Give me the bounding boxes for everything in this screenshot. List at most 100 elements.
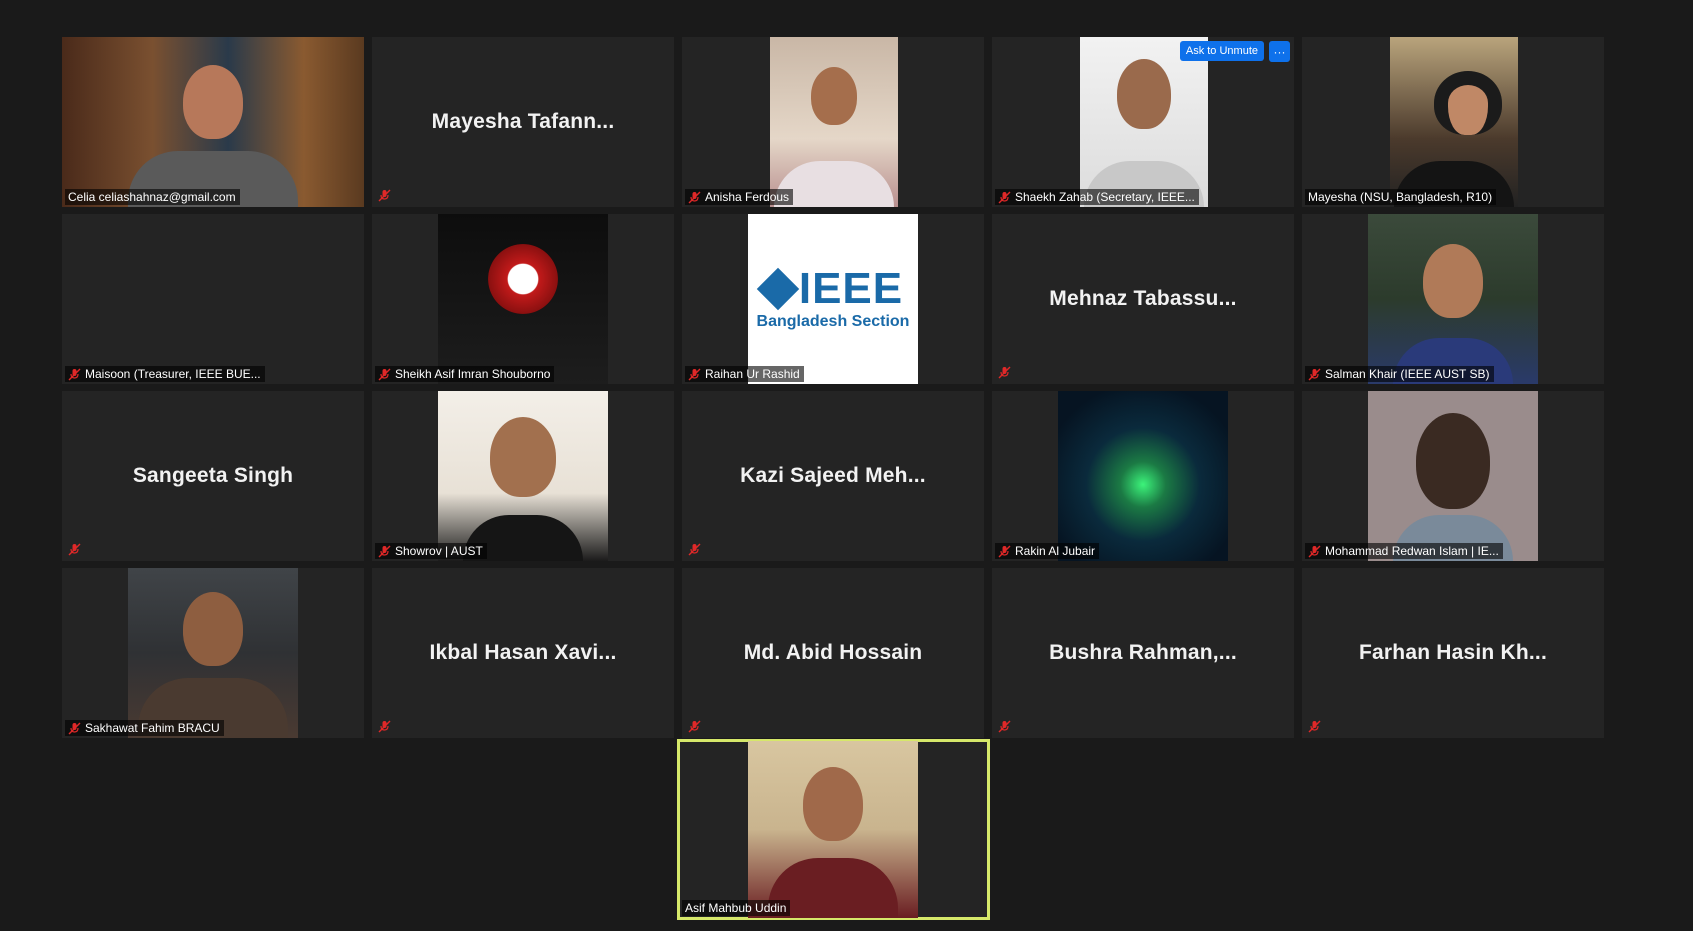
active-speaker-tile[interactable]: Asif Mahbub Uddin: [677, 739, 990, 920]
participant-tile[interactable]: IEEE Bangladesh Section Raihan Ur Rashid: [682, 214, 984, 384]
participant-name-placeholder: Bushra Rahman,...: [1049, 641, 1237, 664]
muted-mic-icon: [688, 720, 701, 733]
participant-tile[interactable]: Showrov | AUST: [372, 391, 674, 561]
name-label: Asif Mahbub Uddin: [682, 900, 791, 916]
participant-name-placeholder: Mehnaz Tabassu...: [1049, 287, 1237, 310]
muted-mic-icon: [68, 722, 81, 735]
muted-mic-icon: [998, 545, 1011, 558]
participant-video: IEEE Bangladesh Section: [748, 214, 918, 384]
participant-name: Salman Khair (IEEE AUST SB): [1325, 367, 1490, 381]
muted-mic-icon: [1308, 545, 1321, 558]
participant-video: [1368, 214, 1538, 384]
more-options-button[interactable]: ···: [1269, 41, 1290, 62]
muted-mic-icon: [1308, 368, 1321, 381]
name-label: Mohammad Redwan Islam | IE...: [1305, 543, 1503, 559]
muted-mic-icon: [688, 543, 701, 556]
name-label: Raihan Ur Rashid: [685, 366, 804, 382]
participant-name: Rakin Al Jubair: [1015, 544, 1096, 558]
participant-face: [183, 65, 243, 139]
name-label: Shaekh Zahab (Secretary, IEEE...: [995, 189, 1199, 205]
participant-tile[interactable]: Kazi Sajeed Meh...: [682, 391, 984, 561]
participant-tile[interactable]: Ask to Unmute ··· Shaekh Zahab (Secretar…: [992, 37, 1294, 207]
participant-face: [183, 592, 243, 666]
name-label: Salman Khair (IEEE AUST SB): [1305, 366, 1494, 382]
participant-name: Mohammad Redwan Islam | IE...: [1325, 544, 1499, 558]
participant-tile[interactable]: Anisha Ferdous: [682, 37, 984, 207]
participant-video: [748, 741, 918, 918]
participant-face: [1416, 413, 1490, 509]
muted-mic-icon: [998, 720, 1011, 733]
participant-video: [1080, 37, 1208, 207]
participant-face: [1117, 59, 1171, 129]
participant-tile[interactable]: Celia celiashahnaz@gmail.com: [62, 37, 364, 207]
participant-name-placeholder: Md. Abid Hossain: [743, 641, 923, 664]
name-label: Anisha Ferdous: [685, 189, 794, 205]
participant-name: Mayesha (NSU, Bangladesh, R10): [1308, 190, 1493, 204]
participant-name-placeholder: Mayesha Tafann...: [431, 110, 615, 133]
participant-tile[interactable]: Bushra Rahman,...: [992, 568, 1294, 738]
participant-name: Anisha Ferdous: [705, 190, 790, 204]
participant-name: Showrov | AUST: [395, 544, 483, 558]
participant-name-placeholder: Ikbal Hasan Xavi...: [429, 641, 617, 664]
ieee-diamond-icon: [756, 267, 800, 311]
participant-tile[interactable]: Mehnaz Tabassu...: [992, 214, 1294, 384]
participant-name-placeholder: Farhan Hasin Kh...: [1359, 641, 1547, 664]
participant-tile[interactable]: Sangeeta Singh: [62, 391, 364, 561]
participant-face: [803, 767, 863, 841]
muted-mic-icon: [998, 366, 1011, 379]
participant-face: [811, 67, 857, 125]
participant-tile[interactable]: Mayesha Tafann...: [372, 37, 674, 207]
muted-mic-icon: [688, 191, 701, 204]
participant-name: Shaekh Zahab (Secretary, IEEE...: [1015, 190, 1195, 204]
muted-mic-icon: [378, 720, 391, 733]
name-label: Rakin Al Jubair: [995, 543, 1100, 559]
gallery-view: Celia celiashahnaz@gmail.com Mayesha Taf…: [0, 0, 1693, 931]
participant-name: Raihan Ur Rashid: [705, 367, 800, 381]
participant-tile[interactable]: Md. Abid Hossain: [682, 568, 984, 738]
participant-tile[interactable]: Farhan Hasin Kh...: [1302, 568, 1604, 738]
participant-name: Asif Mahbub Uddin: [685, 901, 787, 915]
participant-name: Maisoon (Treasurer, IEEE BUE...: [85, 367, 261, 381]
participant-tile[interactable]: Ikbal Hasan Xavi...: [372, 568, 674, 738]
muted-mic-icon: [378, 189, 391, 202]
participant-video: [128, 568, 298, 738]
participant-face: [1423, 244, 1483, 318]
muted-mic-icon: [998, 191, 1011, 204]
name-label: Maisoon (Treasurer, IEEE BUE...: [65, 366, 265, 382]
participant-name: Sheikh Asif Imran Shouborno: [395, 367, 551, 381]
participant-face: [1434, 71, 1502, 135]
participant-name-placeholder: Sangeeta Singh: [132, 464, 294, 487]
participant-tile[interactable]: Mohammad Redwan Islam | IE...: [1302, 391, 1604, 561]
participant-tile[interactable]: Rakin Al Jubair: [992, 391, 1294, 561]
muted-mic-icon: [378, 368, 391, 381]
participant-video: [1058, 391, 1228, 561]
muted-mic-icon: [688, 368, 701, 381]
participant-tile[interactable]: Sheikh Asif Imran Shouborno: [372, 214, 674, 384]
participant-tile[interactable]: Maisoon (Treasurer, IEEE BUE...: [62, 214, 364, 384]
participant-video: [438, 214, 608, 384]
muted-mic-icon: [68, 368, 81, 381]
name-label: Sakhawat Fahim BRACU: [65, 720, 224, 736]
profile-art: [488, 244, 558, 314]
participant-video: [1368, 391, 1538, 561]
name-label: Sheikh Asif Imran Shouborno: [375, 366, 555, 382]
participant-tile[interactable]: Salman Khair (IEEE AUST SB): [1302, 214, 1604, 384]
participant-face: [490, 417, 556, 497]
muted-mic-icon: [378, 545, 391, 558]
participant-tile[interactable]: Mayesha (NSU, Bangladesh, R10): [1302, 37, 1604, 207]
participant-name: Sakhawat Fahim BRACU: [85, 721, 220, 735]
muted-mic-icon: [68, 543, 81, 556]
participant-video: [770, 37, 898, 207]
ieee-logo: IEEE Bangladesh Section: [748, 214, 918, 384]
muted-mic-icon: [1308, 720, 1321, 733]
participant-tile[interactable]: Sakhawat Fahim BRACU: [62, 568, 364, 738]
name-label: Showrov | AUST: [375, 543, 487, 559]
name-label: Mayesha (NSU, Bangladesh, R10): [1305, 189, 1497, 205]
logo-text: IEEE: [798, 264, 904, 313]
ask-to-unmute-button[interactable]: Ask to Unmute: [1179, 41, 1264, 61]
logo-subtitle: Bangladesh Section: [756, 313, 910, 330]
participant-video: [438, 391, 608, 561]
participant-video: [1390, 37, 1518, 207]
participant-name: Celia celiashahnaz@gmail.com: [68, 190, 236, 204]
name-label: Celia celiashahnaz@gmail.com: [65, 189, 240, 205]
